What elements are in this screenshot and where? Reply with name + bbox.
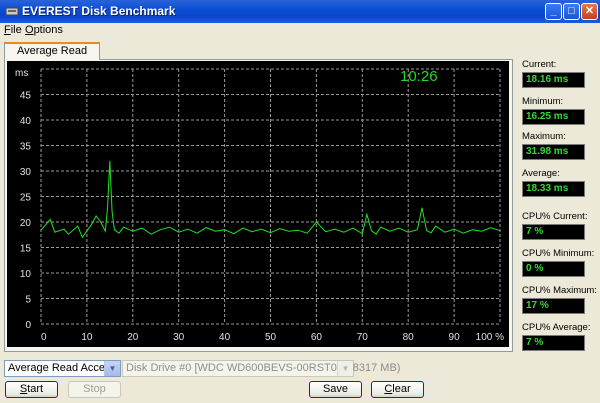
chevron-down-icon[interactable]: ▼ (337, 361, 353, 376)
save-button[interactable]: Save (309, 381, 362, 398)
y-tick-label: 30 (20, 167, 32, 178)
stat-label: Average: (522, 168, 560, 179)
x-tick-label: 0 (41, 332, 47, 343)
clear-button[interactable]: Clear (371, 381, 424, 398)
stat-label: CPU% Maximum: (522, 285, 597, 296)
x-tick-label: 90 (449, 332, 461, 343)
x-tick-label: 40 (219, 332, 231, 343)
y-tick-label: 40 (20, 116, 32, 127)
stat-label: Minimum: (522, 96, 564, 107)
x-tick-label: 70 (357, 332, 369, 343)
stat-value: 16.25 ms (522, 109, 585, 125)
stat-label: CPU% Current: (522, 211, 588, 222)
start-button[interactable]: Start (5, 381, 58, 398)
tab-average-read-access[interactable]: Average Read Access (4, 42, 100, 72)
menu-options[interactable]: Options (25, 24, 63, 36)
x-tick-label: 50 (265, 332, 277, 343)
stat-5: CPU% Minimum: 0 % (522, 248, 594, 277)
stat-value: 18.33 ms (522, 181, 585, 197)
stat-label: CPU% Average: (522, 322, 591, 333)
test-select[interactable]: Average Read Access ▼ (4, 360, 121, 377)
menu-bar: File Options (0, 23, 600, 37)
window-title: EVEREST Disk Benchmark (22, 4, 176, 18)
chevron-down-icon[interactable]: ▼ (104, 361, 120, 376)
stat-label: CPU% Minimum: (522, 248, 595, 259)
y-tick-label: 35 (20, 142, 32, 153)
stat-3: Average: 18.33 ms (522, 168, 585, 197)
chart-area: 0 5 10 15 20 25 30 35 40 45 0 10 20 30 40 50 60 70 80 90 100… (7, 61, 509, 347)
minimize-icon: _ (550, 5, 557, 17)
stat-value: 7 % (522, 224, 585, 240)
stat-6: CPU% Maximum: 17 % (522, 285, 597, 314)
minimize-button[interactable]: _ (545, 3, 562, 20)
y-tick-label: 10 (20, 269, 32, 280)
title-bar[interactable]: EVEREST Disk Benchmark _ □ ✕ (0, 0, 600, 23)
stat-value: 18.16 ms (522, 72, 585, 88)
maximize-icon: □ (568, 5, 575, 17)
menu-file[interactable]: File (4, 24, 22, 36)
drive-select-value: Disk Drive #0 [WDC WD600BEVS-00RST0] (78… (126, 362, 401, 374)
y-unit-label: ms (15, 68, 28, 79)
y-tick-label: 5 (25, 295, 31, 306)
stat-2: Maximum: 31.98 ms (522, 131, 585, 160)
close-icon: ✕ (584, 5, 595, 17)
stat-value: 7 % (522, 335, 585, 351)
test-select-value: Average Read Access (8, 362, 117, 374)
x-tick-label: 20 (127, 332, 139, 343)
stat-value: 31.98 ms (522, 144, 585, 160)
x-tick-label: 100 % (476, 332, 504, 343)
stat-1: Minimum: 16.25 ms (522, 96, 585, 125)
stat-label: Current: (522, 59, 557, 70)
y-tick-label: 15 (20, 244, 32, 255)
x-tick-label: 10 (81, 332, 93, 343)
stat-7: CPU% Average: 7 % (522, 322, 590, 351)
stop-button[interactable]: Stop (68, 381, 121, 398)
y-tick-label: 45 (20, 91, 32, 102)
x-tick-label: 30 (173, 332, 185, 343)
time-label: 10:26 (400, 68, 438, 85)
y-tick-label: 25 (20, 193, 32, 204)
drive-select[interactable]: Disk Drive #0 [WDC WD600BEVS-00RST0] (78… (122, 360, 400, 377)
stat-label: Maximum: (522, 131, 566, 142)
benchmark-chart: 0 5 10 15 20 25 30 35 40 45 0 10 20 30 40 50 60 70 80 90 100… (15, 68, 504, 343)
stat-value: 0 % (522, 261, 585, 277)
stat-0: Current: 18.16 ms (522, 59, 585, 88)
y-tick-label: 0 (25, 320, 31, 331)
maximize-button[interactable]: □ (563, 3, 580, 20)
y-tick-label: 20 (20, 218, 32, 229)
disk-app-icon (5, 7, 19, 16)
close-button[interactable]: ✕ (581, 3, 598, 20)
x-tick-label: 80 (403, 332, 415, 343)
save-label: Save (322, 383, 349, 395)
stat-value: 17 % (522, 298, 585, 314)
x-tick-label: 60 (311, 332, 323, 343)
stat-4: CPU% Current: 7 % (522, 211, 587, 240)
